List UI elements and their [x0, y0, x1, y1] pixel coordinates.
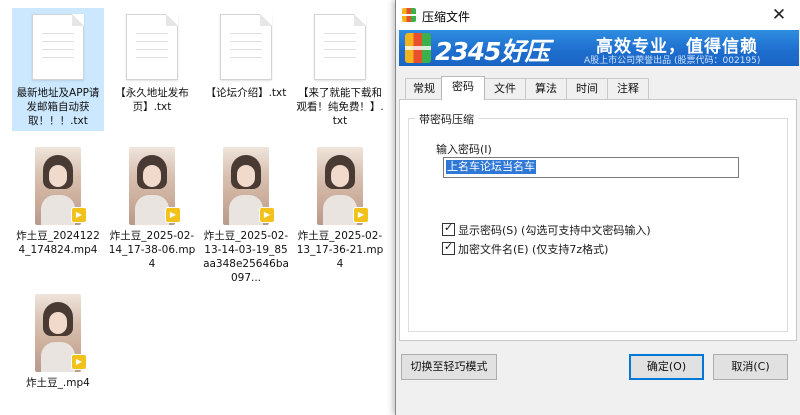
- encrypt-filenames-label: 加密文件名(E) (仅支持7z格式): [458, 243, 609, 256]
- file-item[interactable]: 【永久地址发布页】.txt: [106, 8, 198, 117]
- video-badge-icon: ▶: [71, 207, 87, 223]
- file-item[interactable]: ▶ 炸土豆_2025-02-13_17-36-21.mp4: [294, 145, 386, 274]
- text-file-icon: [220, 14, 272, 80]
- file-name: 炸土豆_20241224_174824.mp4: [16, 230, 100, 256]
- dialog-title: 压缩文件: [422, 10, 471, 24]
- brand-name: 2345好压: [435, 37, 550, 66]
- compress-dialog: 压缩文件 ✕ 2345好压 高效专业，值得信赖 A股上市公司荣誉出品 (股票代码…: [395, 0, 800, 415]
- file-item[interactable]: 【论坛介绍】.txt: [200, 8, 292, 103]
- dialog-titlebar[interactable]: 压缩文件 ✕: [396, 0, 800, 30]
- file-item[interactable]: ▶ 炸土豆_2025-02-14_17-38-06.mp4: [106, 145, 198, 274]
- video-thumbnail: ▶: [35, 147, 87, 225]
- video-thumbnail: ▶: [129, 147, 181, 225]
- archive-app-icon: [402, 8, 416, 22]
- file-item[interactable]: ▶ 炸土豆_2025-02-13-14-03-19_85aa348e25646b…: [200, 145, 292, 288]
- file-explorer-view: 最新地址及APP请发邮箱自动获取！！！.txt 【永久地址发布页】.txt 【论…: [0, 0, 395, 415]
- video-badge-icon: ▶: [71, 354, 87, 370]
- tab-files[interactable]: 文件: [484, 78, 526, 99]
- file-name: 最新地址及APP请发邮箱自动获取！！！.txt: [16, 87, 100, 127]
- text-file-icon: [314, 14, 366, 80]
- switch-lite-mode-button[interactable]: 切换至轻巧模式: [401, 354, 497, 380]
- show-password-label: 显示密码(S) (勾选可支持中文密码输入): [458, 224, 651, 237]
- video-badge-icon: ▶: [353, 207, 369, 223]
- file-name: 炸土豆_2025-02-13-14-03-19_85aa348e25646ba0…: [203, 230, 289, 284]
- file-name: 【永久地址发布页】.txt: [115, 87, 189, 113]
- video-thumbnail: ▶: [223, 147, 275, 225]
- tab-comment[interactable]: 注释: [607, 78, 649, 99]
- file-item[interactable]: 【来了就能下载和观看！纯免费！】.txt: [294, 8, 386, 131]
- text-file-icon: [32, 14, 84, 80]
- password-input[interactable]: 上名车论坛当名车: [443, 157, 739, 178]
- tab-general[interactable]: 常规: [405, 78, 443, 99]
- encrypt-filenames-checkbox[interactable]: 加密文件名(E) (仅支持7z格式): [442, 240, 609, 257]
- haozip-logo-icon: [405, 33, 431, 63]
- text-file-icon: [126, 14, 178, 80]
- tab-time[interactable]: 时间: [566, 78, 608, 99]
- password-label: 输入密码(I): [436, 143, 492, 156]
- ok-button[interactable]: 确定(O): [629, 354, 704, 380]
- cancel-button[interactable]: 取消(C): [713, 354, 788, 380]
- tab-algorithm[interactable]: 算法: [525, 78, 567, 99]
- checkbox-checked-icon[interactable]: [442, 240, 455, 255]
- file-name: 【论坛介绍】.txt: [205, 87, 287, 99]
- video-thumbnail: ▶: [317, 147, 369, 225]
- video-badge-icon: ▶: [165, 207, 181, 223]
- file-name: 【来了就能下载和观看！纯免费！】.txt: [296, 87, 384, 127]
- file-name: 炸土豆_.mp4: [26, 377, 90, 389]
- brand-banner: 2345好压 高效专业，值得信赖 A股上市公司荣誉出品 (股票代码：002195…: [399, 30, 799, 66]
- video-badge-icon: ▶: [259, 207, 275, 223]
- file-item[interactable]: ▶ 炸土豆_.mp4: [12, 292, 104, 393]
- group-title: 带密码压缩: [415, 111, 478, 127]
- file-name: 炸土豆_2025-02-13_17-36-21.mp4: [296, 230, 384, 270]
- file-name: 炸土豆_2025-02-14_17-38-06.mp4: [108, 230, 196, 270]
- video-thumbnail: ▶: [35, 294, 87, 372]
- close-button[interactable]: ✕: [757, 0, 800, 30]
- file-item[interactable]: 最新地址及APP请发邮箱自动获取！！！.txt: [12, 8, 104, 131]
- brand-subtitle: A股上市公司荣誉出品 (股票代码：002195): [584, 56, 761, 66]
- tab-password[interactable]: 密码: [441, 76, 485, 100]
- password-tab-panel: 带密码压缩: [399, 99, 797, 341]
- checkbox-checked-icon[interactable]: [442, 221, 455, 236]
- show-password-checkbox[interactable]: 显示密码(S) (勾选可支持中文密码输入): [442, 221, 651, 238]
- file-item[interactable]: ▶ 炸土豆_20241224_174824.mp4: [12, 145, 104, 260]
- password-value: 上名车论坛当名车: [446, 160, 536, 174]
